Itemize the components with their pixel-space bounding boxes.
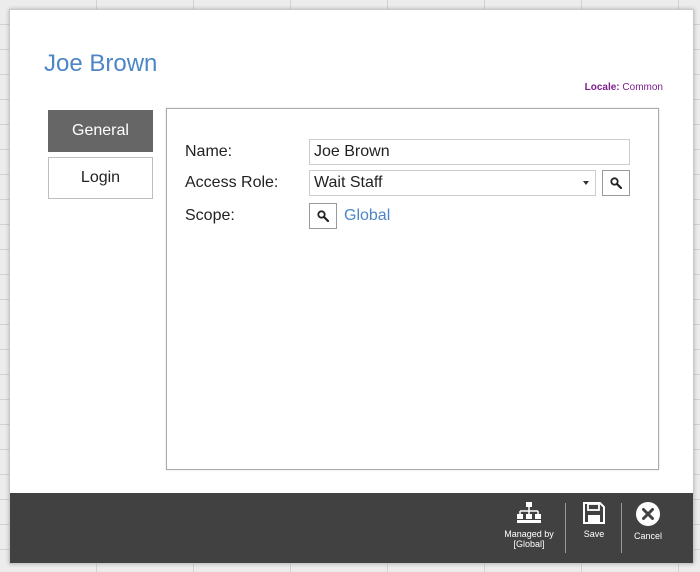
access-role-row: Access Role: Wait Staff <box>185 170 630 196</box>
access-role-label: Access Role: <box>185 174 279 191</box>
locale-value: Common <box>622 82 663 93</box>
managed-by-line1: Managed by <box>504 529 554 539</box>
locale-indicator: Locale: Common <box>585 82 663 93</box>
footer-divider <box>565 503 566 553</box>
hierarchy-icon <box>517 502 541 523</box>
cancel-label: Cancel <box>633 531 662 541</box>
page-title: Joe Brown <box>44 50 158 77</box>
cancel-icon <box>636 502 660 526</box>
search-icon <box>317 210 329 222</box>
user-dialog: Joe Brown Locale: Common General Login N… <box>9 9 694 564</box>
managed-by-button[interactable]: Managed by [Global] <box>500 501 558 549</box>
access-role-value: Wait Staff <box>314 174 383 191</box>
locale-label: Locale: <box>584 82 620 93</box>
save-icon <box>583 502 605 524</box>
save-button[interactable]: Save <box>576 501 612 539</box>
action-bar: Managed by [Global] Save Cancel <box>10 493 693 563</box>
name-input[interactable] <box>309 139 630 165</box>
scope-row: Scope: Global <box>185 203 390 229</box>
tab-general[interactable]: General <box>48 110 153 152</box>
search-icon <box>610 177 622 189</box>
scope-search-button[interactable] <box>309 203 337 229</box>
name-row: Name: <box>185 139 630 165</box>
name-label: Name: <box>185 143 233 160</box>
footer-divider <box>621 503 622 553</box>
tab-list: General Login <box>48 110 153 204</box>
chevron-down-icon <box>583 181 589 185</box>
managed-by-line2: [Global] <box>513 539 545 549</box>
scope-label: Scope: <box>185 207 235 224</box>
tab-login[interactable]: Login <box>48 157 153 199</box>
scope-link[interactable]: Global <box>344 207 390 225</box>
cancel-button[interactable]: Cancel <box>630 501 666 541</box>
general-panel: Name: Access Role: Wait Staff Scope: <box>166 108 659 470</box>
access-role-select[interactable]: Wait Staff <box>309 170 596 196</box>
save-label: Save <box>583 529 605 539</box>
access-role-search-button[interactable] <box>602 170 630 196</box>
